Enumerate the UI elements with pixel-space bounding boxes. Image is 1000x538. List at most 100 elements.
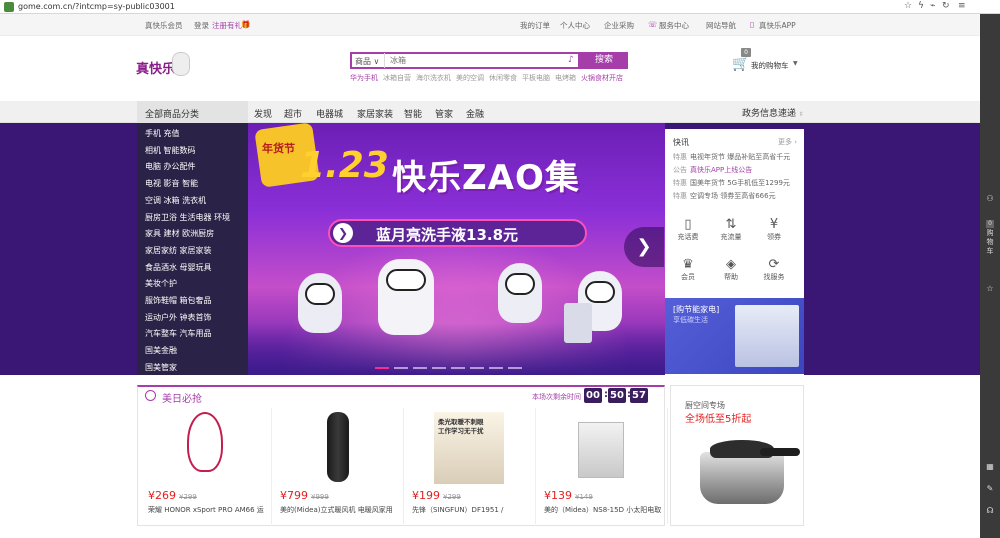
news-text: 真快乐APP上线公告 [690,166,753,174]
nav-item[interactable]: 家居家装 [357,107,393,120]
category-item[interactable]: 汽车整车 汽车用品 [145,328,212,339]
category-item[interactable]: 手机 充值 [145,128,180,139]
service-help[interactable]: ◈ 帮助 [716,257,746,282]
deal-product-card[interactable]: ¥799 ¥999 美的(Midea)立式暖风机 电暖风家用 [272,408,404,524]
login-link[interactable]: 登录 [194,20,209,31]
hot-word-link[interactable]: 电烤箱 [555,74,576,82]
category-item[interactable]: 空调 冰箱 洗衣机 [145,195,206,206]
news-tag: 特惠 [673,179,687,187]
nav-item[interactable]: 超市 [284,107,302,120]
register-link[interactable]: 注册有礼 [212,20,242,31]
hot-word-link[interactable]: 华为手机 [350,74,378,82]
product-current-price: ¥199 [412,489,440,502]
service-phone[interactable]: ▯ 充话费 [673,217,703,242]
carousel-dot[interactable] [470,367,484,369]
category-item[interactable]: 服饰鞋帽 箱包奢品 [145,295,212,306]
url-field[interactable]: gome.com.cn/?intcmp=sy-public03001 [18,2,175,11]
edit-icon[interactable]: ✎ [980,484,1000,493]
carousel-dot[interactable] [394,367,408,369]
site-nav-link[interactable]: 网站导航 [706,20,736,31]
category-sidebar: 手机 充值相机 智能数码 电脑 办公配件 电视 影音 智能 空调 冰箱 洗衣机厨房卫浴… [137,123,248,375]
product-image: 柔光取暖不刺眼 工作学习无干扰 [434,412,504,484]
category-item[interactable]: 厨房卫浴 生活电器 环境 [145,212,230,223]
service-headset-icon[interactable]: ☊ [980,506,1000,515]
cart-icon[interactable]: 🛒 [732,56,749,72]
app-link[interactable]: 真快乐APP [759,20,796,31]
member-link[interactable]: 真快乐会员 [145,20,183,31]
news-more-link[interactable]: 更多 › [778,137,797,147]
carousel-dot[interactable] [413,367,427,369]
service-crown[interactable]: ♛ 会员 [673,257,703,282]
category-item[interactable]: 运动户外 钟表首饰 [145,312,212,323]
category-item[interactable]: 相机 智能数码 [145,145,196,156]
nav-item[interactable]: 金融 [466,107,484,120]
nav-item[interactable]: 电器城 [316,107,343,120]
hot-word-link[interactable]: 冰箱自营 [383,74,411,82]
hot-word-link[interactable]: 休闲零食 [489,74,517,82]
personal-center-link[interactable]: 个人中心 [560,20,590,31]
hot-word-link[interactable]: 美的空调 [456,74,484,82]
product-name[interactable]: 美的（Midea）NS8-15D 小太阳电取 [544,505,668,515]
hot-word-link[interactable]: 火锅食材开店 [581,74,623,82]
product-image [578,422,624,478]
service-service[interactable]: ⟳ 找服务 [759,257,789,282]
reload-icon[interactable]: ⌁ [930,1,935,11]
qrcode-icon[interactable]: ▦ [980,462,1000,471]
service-coupon[interactable]: ¥ 领券 [759,217,789,242]
service-data-flow[interactable]: ⇅ 充流量 [716,217,746,242]
category-item[interactable]: 家居家纺 家居家装 [145,245,212,256]
category-item[interactable]: 国美管家 [145,362,177,373]
cart-link[interactable]: 我的购物车 [751,60,789,71]
news-item[interactable]: 特惠 空调专场 领券至高省666元 [673,191,776,201]
star-icon[interactable]: ☆ [904,1,912,11]
product-name[interactable]: 美的(Midea)立式暖风机 电暖风家用 [280,505,404,515]
site-logo[interactable]: 真快乐 [136,58,175,77]
cart-dropdown-icon[interactable]: ▼ [793,60,798,67]
carousel-dot[interactable] [375,367,389,369]
product-name[interactable]: 先锋（SINGFUN）DF1951 / [412,505,536,515]
nav-item[interactable]: 智能 [404,107,422,120]
carousel-dot[interactable] [432,367,446,369]
favorite-star-icon[interactable]: ☆ [980,284,1000,293]
carousel-next-button[interactable]: ❯ [624,227,664,267]
deal-product-card[interactable]: ¥269 ¥299 荣耀 HONOR xSport PRO AM66 运 [140,408,272,524]
product-current-price: ¥799 [280,489,308,502]
menu-icon[interactable]: ≡ [958,1,966,11]
my-orders-link[interactable]: 我的订单 [520,20,550,31]
search-category-select[interactable]: 商品 ∨ [351,53,385,68]
news-item[interactable]: 特惠 国美年货节 5G手机低至1299元 [673,178,790,188]
nav-item[interactable]: 发现 [254,107,272,120]
voice-search-icon[interactable]: ♪ [568,55,574,65]
refresh-icon[interactable]: ↻ [942,1,950,11]
user-icon[interactable]: ⚇ [980,194,1000,203]
carousel-dot[interactable] [489,367,503,369]
cart-count-badge: 0 [741,48,751,57]
search-input[interactable] [386,53,566,68]
category-item[interactable]: 电脑 办公配件 [145,161,196,172]
product-price: ¥199 ¥299 [412,489,461,502]
sidebar-cart[interactable]: 0 购物车 [980,220,1000,256]
news-item[interactable]: 公告 真快乐APP上线公告 [673,165,752,175]
deal-product-card[interactable]: 柔光取暖不刺眼 工作学习无干扰 ¥199 ¥299 先锋（SINGFUN）DF1951 … [404,408,536,524]
category-item[interactable]: 家具 建材 欧洲厨房 [145,228,214,239]
category-item[interactable]: 国美金融 [145,345,177,356]
extension-icon[interactable]: ϟ [918,1,924,11]
product-name[interactable]: 荣耀 HONOR xSport PRO AM66 运 [148,505,272,515]
countdown-seconds: 57 [630,388,648,403]
nav-item[interactable]: 管家 [435,107,453,120]
deal-product-card[interactable]: ¥139 ¥149 美的（Midea）NS8-15D 小太阳电取 [536,408,668,524]
hot-word-link[interactable]: 平板电脑 [522,74,550,82]
gov-info-link[interactable]: 政务信息速递 ⇳ [742,106,804,119]
enterprise-link[interactable]: 企业采购 [604,20,634,31]
category-item[interactable]: 美妆个护 [145,278,177,289]
hot-word-link[interactable]: 海尔洗衣机 [416,74,451,82]
news-item[interactable]: 特惠 电视年货节 爆品补贴至高省千元 [673,152,790,162]
site-lock-icon [4,2,14,12]
carousel-dot[interactable] [508,367,522,369]
service-center-link[interactable]: 服务中心 [659,20,689,31]
category-item[interactable]: 电视 影音 智能 [145,178,198,189]
search-button[interactable]: 搜索 [580,52,628,69]
category-item[interactable]: 食品酒水 母婴玩具 [145,262,212,273]
carousel-dot[interactable] [451,367,465,369]
all-categories-tab[interactable]: 全部商品分类 [137,101,248,123]
